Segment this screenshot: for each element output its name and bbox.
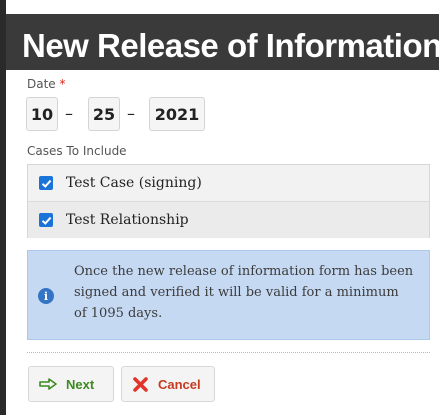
cancel-button[interactable]: Cancel	[121, 366, 215, 402]
x-icon	[132, 376, 149, 393]
case-item-label: Test Relationship	[66, 212, 189, 228]
date-separator: –	[127, 104, 135, 123]
date-label-text: Date	[27, 77, 56, 91]
case-item[interactable]: Test Case (signing)	[28, 165, 429, 202]
cases-list: Test Case (signing) Test Relationship	[27, 164, 430, 238]
checkbox-checked-icon[interactable]	[39, 213, 53, 227]
cancel-button-label: Cancel	[158, 376, 201, 392]
required-marker: *	[59, 77, 66, 91]
date-year-input[interactable]: 2021	[149, 97, 205, 131]
info-icon: i	[38, 288, 54, 304]
info-notice: i Once the new release of information fo…	[27, 250, 430, 340]
date-month-input[interactable]: 10	[26, 97, 58, 131]
next-button[interactable]: Next	[28, 366, 114, 402]
info-notice-text: Once the new release of information form…	[74, 264, 414, 321]
checkbox-checked-icon[interactable]	[39, 176, 53, 190]
case-item-label: Test Case (signing)	[66, 175, 202, 191]
divider	[27, 352, 430, 353]
arrow-right-icon	[39, 378, 57, 390]
date-day-input[interactable]: 25	[88, 97, 120, 131]
date-label: Date *	[27, 77, 66, 91]
dialog-title: New Release of Information	[22, 27, 442, 64]
cases-label: Cases To Include	[27, 144, 127, 158]
date-separator: –	[65, 104, 73, 123]
case-item[interactable]: Test Relationship	[28, 202, 429, 238]
next-button-label: Next	[66, 376, 95, 392]
